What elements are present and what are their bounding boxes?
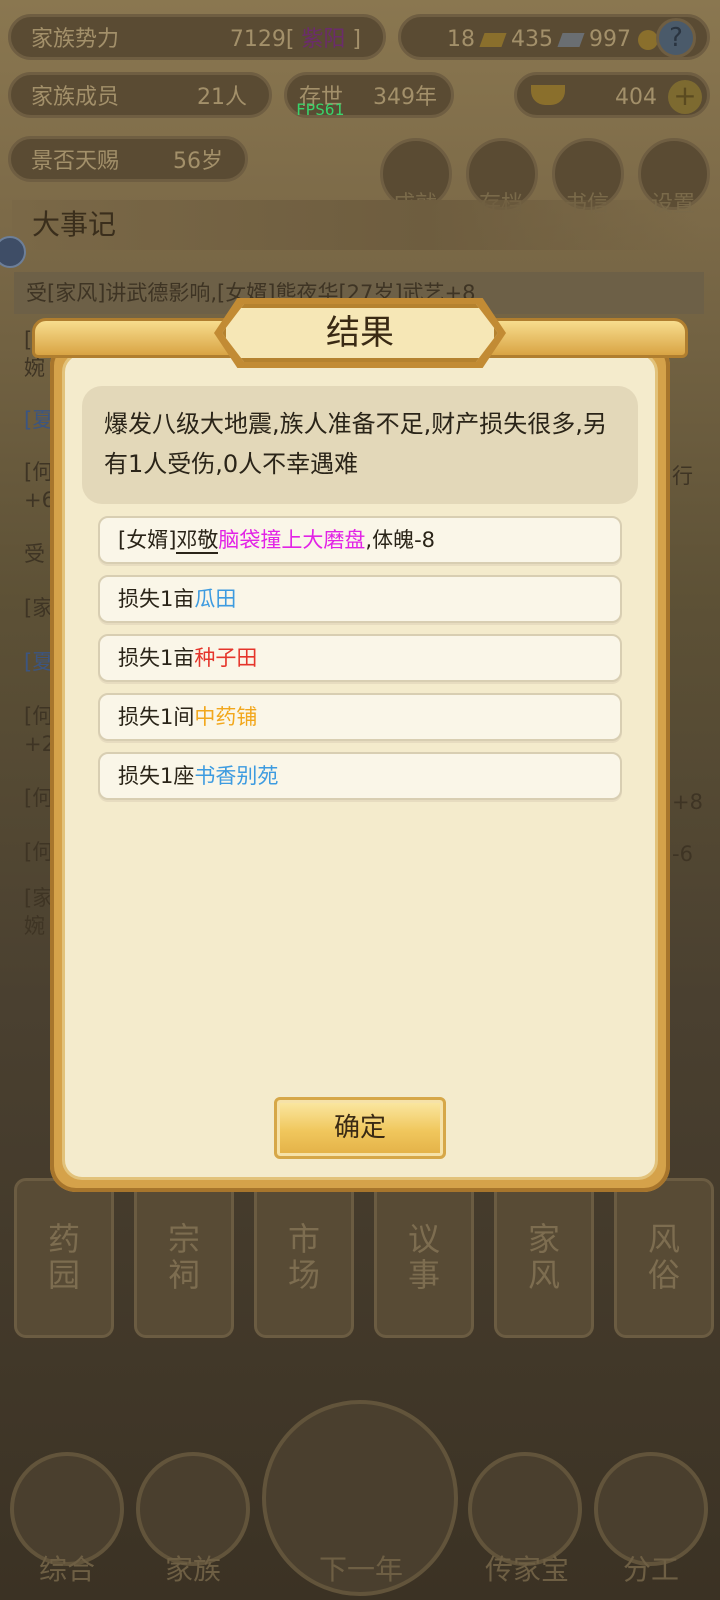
- nav-ancestral-hall[interactable]: 宗祠: [134, 1173, 237, 1338]
- gold-bar-icon: [479, 33, 507, 47]
- family-power-value: 7129[: [229, 27, 302, 52]
- gold-ingot-icon: [531, 85, 565, 105]
- blessing-label: 景否天赐: [31, 149, 120, 174]
- resource-a-value: 18: [447, 27, 475, 52]
- nav-family[interactable]: 家族: [128, 1548, 258, 1588]
- confirm-button[interactable]: 确定: [274, 1097, 446, 1159]
- question-mark-icon: ?: [669, 23, 683, 53]
- nav-herb-garden[interactable]: 药园: [14, 1173, 117, 1338]
- resource-b-value: 435: [511, 27, 553, 52]
- nav-customs[interactable]: 风俗: [614, 1178, 714, 1338]
- blessing-pill: 景否天赐 56岁: [8, 136, 248, 182]
- result-item: 损失1座书香别苑: [98, 752, 622, 800]
- exist-value: 349年: [373, 85, 437, 110]
- nav-overview[interactable]: 综合: [2, 1548, 132, 1588]
- nav-market[interactable]: 市场: [254, 1178, 354, 1338]
- result-summary: 爆发八级大地震,族人准备不足,财产损失很多,另有1人受伤,0人不幸遇难: [82, 386, 638, 504]
- nav-division[interactable]: 分工: [586, 1548, 716, 1588]
- members-label: 家族成员: [31, 85, 120, 110]
- add-ingot-button[interactable]: +: [668, 80, 702, 114]
- nav-next-year[interactable]: 下一年: [296, 1548, 426, 1588]
- events-right-fragments: 行 +8 -6: [672, 464, 703, 866]
- blessing-value: 56岁: [173, 149, 223, 174]
- result-item: 损失1亩瓜田: [98, 575, 622, 623]
- person-name: 邓敬: [176, 528, 219, 554]
- result-item: 损失1亩种子田: [98, 634, 622, 682]
- result-item: [女婿]邓敬脑袋撞上大磨盘,体魄-8: [98, 516, 622, 564]
- resource-c-value: 997: [589, 27, 631, 52]
- ingot-value: 404: [615, 85, 657, 110]
- dialog-title: 结果: [222, 304, 498, 362]
- events-title: 大事记: [12, 200, 702, 250]
- family-power-rank: 紫阳: [301, 27, 346, 52]
- nav-family-style[interactable]: 家风: [494, 1178, 594, 1338]
- silver-bar-icon: [557, 33, 585, 47]
- coin-icon: [638, 30, 658, 50]
- family-power-label: 家族势力: [31, 27, 120, 52]
- fps-counter: FPS61: [296, 100, 345, 119]
- nav-heirloom[interactable]: 传家宝: [462, 1548, 592, 1588]
- nav-council[interactable]: 议事: [374, 1178, 474, 1338]
- members-value: 21人: [197, 85, 247, 110]
- result-item: 损失1间中药铺: [98, 693, 622, 741]
- plus-icon: +: [673, 79, 697, 112]
- members-pill: 家族成员 21人: [8, 72, 272, 118]
- help-button[interactable]: ?: [656, 18, 696, 58]
- family-power-pill: 家族势力 7129[ 紫阳 ]: [8, 14, 386, 60]
